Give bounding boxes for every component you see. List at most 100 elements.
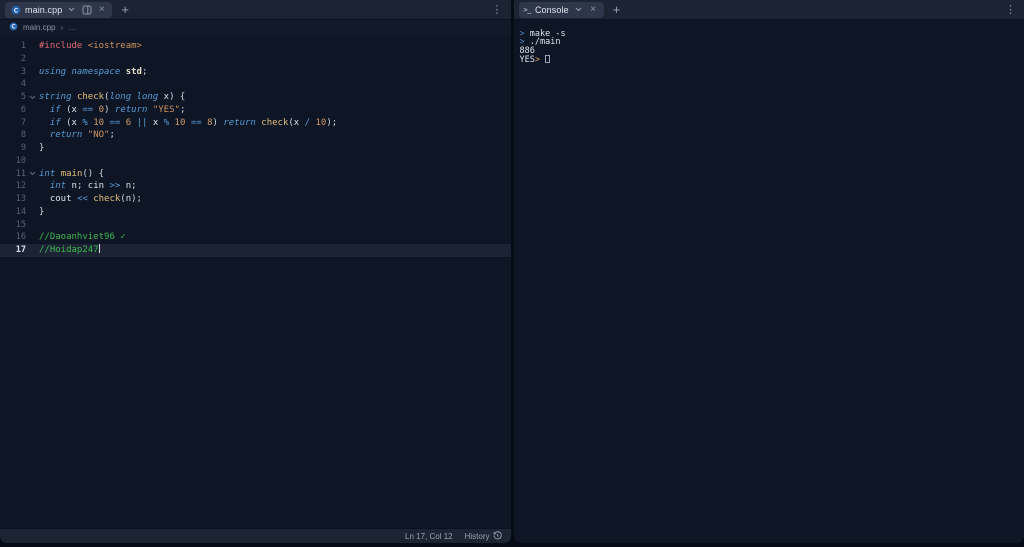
tab-label: Console: [534, 4, 569, 15]
code-line[interactable]: 3 using namespace std;: [0, 66, 511, 79]
code-line-text: }: [39, 143, 45, 153]
line-number: 16: [15, 232, 26, 243]
fold-gutter-spacer: [26, 180, 39, 193]
code-editor[interactable]: 1 #include <iostream> 2 3 using namespace st…: [0, 35, 511, 528]
history-button[interactable]: History: [465, 530, 502, 542]
code-line[interactable]: 7 if (x % 10 == 6 || x % 10 == 8) return…: [0, 117, 511, 130]
code-line[interactable]: 5 string check(long long x) {: [0, 91, 511, 104]
fold-gutter-spacer: [26, 129, 39, 142]
code-line-text: if (x == 0) return "YES";: [49, 104, 186, 115]
code-line[interactable]: 16 //Daoanhviet96 ✓: [0, 231, 511, 244]
code-line-text: }: [39, 206, 45, 217]
editor-statusbar: Ln 17, Col 12 History: [0, 528, 511, 543]
fold-gutter-spacer: [26, 193, 39, 206]
cpp-file-icon: C: [9, 22, 18, 33]
workspace: C main.cpp × + ⋮ C main.cpp › … 1 #inclu…: [0, 0, 1024, 547]
cursor-position[interactable]: Ln 17, Col 12: [405, 532, 453, 541]
editor-pane-menu-icon[interactable]: ⋮: [489, 3, 506, 16]
code-line[interactable]: 14}: [0, 206, 511, 219]
fold-chevron-icon[interactable]: [26, 168, 39, 181]
console-pane-menu-icon[interactable]: ⋮: [1002, 3, 1019, 16]
line-number: 13: [15, 194, 26, 204]
code-line-text: return "NO";: [49, 130, 115, 141]
line-number: 11: [15, 168, 26, 179]
console-tabbar: >_ Console × + ⋮: [513, 0, 1024, 20]
line-number: 4: [20, 79, 26, 90]
console-line: YES>: [520, 55, 1024, 64]
svg-text:C: C: [13, 6, 18, 14]
line-number: 1: [20, 41, 26, 51]
breadcrumb-more[interactable]: …: [68, 23, 76, 32]
console-prompt: >: [534, 55, 546, 66]
console-text: YES: [519, 55, 535, 66]
console-output[interactable]: > make -s > ./main 886 YES>: [514, 20, 1024, 543]
fold-gutter-spacer: [26, 40, 39, 53]
console-pane: >_ Console × + ⋮ > make -s > ./main 886 YES…: [513, 0, 1024, 543]
close-tab-icon[interactable]: ×: [588, 4, 599, 16]
editor-pane: C main.cpp × + ⋮ C main.cpp › … 1 #inclu…: [0, 0, 511, 543]
breadcrumb-file[interactable]: main.cpp: [23, 23, 55, 32]
breadcrumb-separator: ›: [60, 23, 64, 32]
code-line-text: string check(long long x) {: [39, 92, 186, 102]
code-line[interactable]: 9}: [0, 142, 511, 155]
code-line[interactable]: 15: [0, 219, 511, 232]
code-line[interactable]: 8 return "NO";: [0, 129, 511, 142]
code-line-text: //Hoidap247: [39, 244, 100, 255]
code-line-text: if (x % 10 == 6 || x % 10 == 8) return c…: [49, 117, 338, 128]
tab-main-cpp[interactable]: C main.cpp ×: [5, 1, 113, 18]
fold-gutter-spacer: [26, 66, 39, 79]
code-line-text: //Daoanhviet96 ✓: [39, 232, 126, 243]
line-number: 2: [20, 53, 26, 64]
line-number: 12: [15, 181, 26, 192]
line-number: 10: [15, 155, 26, 166]
fold-gutter-spacer: [26, 219, 39, 232]
line-number: 5: [20, 92, 26, 102]
code-line[interactable]: 12 int n; cin >> n;: [0, 180, 511, 193]
line-number: 14: [15, 206, 26, 217]
editor-tabbar: C main.cpp × + ⋮: [0, 0, 511, 20]
new-tab-button[interactable]: +: [610, 3, 624, 16]
fold-gutter-spacer: [26, 206, 39, 219]
line-number: 8: [20, 130, 26, 141]
history-clock-icon: [492, 530, 502, 542]
console-line: > ./main: [520, 38, 1024, 47]
code-line-text: cout << check(n);: [49, 194, 142, 204]
code-line-text: #include <iostream>: [39, 41, 142, 51]
code-line[interactable]: 10: [0, 155, 511, 168]
split-pane-icon[interactable]: [81, 4, 92, 16]
code-line[interactable]: 2: [0, 53, 511, 66]
line-number: 7: [20, 117, 26, 128]
fold-gutter-spacer: [26, 142, 39, 155]
line-number: 6: [20, 104, 26, 115]
console-line: 886: [520, 47, 1024, 56]
code-line[interactable]: 13 cout << check(n);: [0, 193, 511, 206]
new-tab-button[interactable]: +: [118, 3, 132, 16]
line-number: 9: [20, 143, 26, 153]
fold-gutter-spacer: [26, 78, 39, 91]
terminal-cursor: [545, 55, 551, 64]
code-line[interactable]: 1 #include <iostream>: [0, 40, 511, 53]
fold-gutter-spacer: [26, 155, 39, 168]
code-line[interactable]: 4: [0, 78, 511, 91]
svg-text:C: C: [11, 25, 15, 31]
code-line-text: using namespace std;: [39, 66, 148, 77]
chevron-down-icon[interactable]: [66, 4, 77, 16]
chevron-down-icon[interactable]: [573, 4, 584, 16]
close-tab-icon[interactable]: ×: [96, 4, 107, 16]
line-number: 15: [15, 219, 26, 230]
code-line-text: int n; cin >> n;: [49, 181, 137, 192]
code-line[interactable]: 11 int main() {: [0, 168, 511, 181]
code-line[interactable]: 6 if (x == 0) return "YES";: [0, 104, 511, 117]
cpp-file-icon: C: [10, 4, 21, 16]
code-line-text: int main() {: [39, 168, 105, 179]
fold-chevron-icon[interactable]: [26, 91, 39, 104]
breadcrumb[interactable]: C main.cpp › …: [0, 20, 511, 35]
tab-console[interactable]: >_ Console ×: [518, 1, 604, 18]
fold-gutter-spacer: [26, 231, 39, 244]
tab-label: main.cpp: [25, 4, 63, 15]
cursor-position-label: Ln 17, Col 12: [405, 531, 453, 541]
terminal-icon: >_: [523, 5, 532, 14]
code-line[interactable]: 17 //Hoidap247: [0, 244, 511, 257]
line-number: 3: [20, 66, 26, 77]
fold-gutter-spacer: [26, 104, 39, 117]
